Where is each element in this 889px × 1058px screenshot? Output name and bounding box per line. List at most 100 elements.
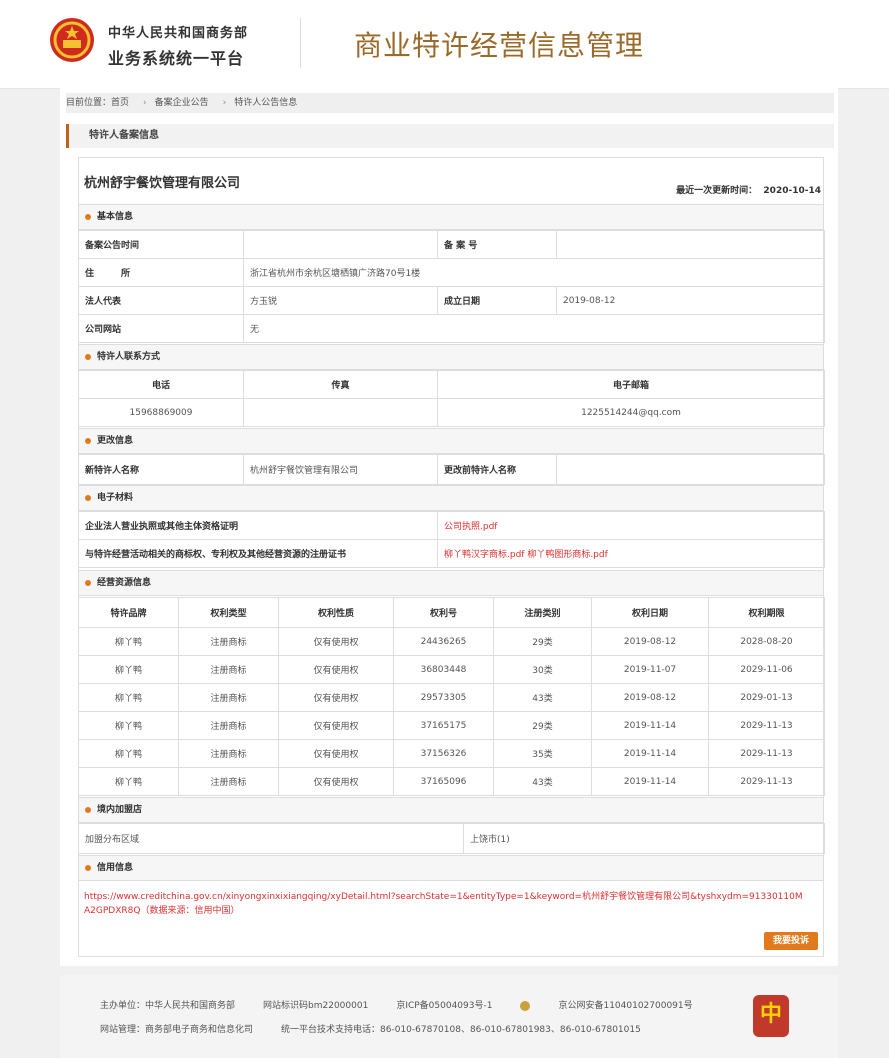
contact-table: 电话 传真 电子邮箱 15968869009 1225514244@qq.com xyxy=(78,370,825,427)
table-cell: 2029-01-13 xyxy=(708,683,825,712)
table-cell: 24436265 xyxy=(393,627,494,656)
website-label: 公司网站 xyxy=(78,314,244,343)
table-cell: 注册商标 xyxy=(178,767,279,796)
chevron-right-icon: › xyxy=(222,98,227,108)
police-badge-icon xyxy=(520,1000,531,1011)
ip-label: 与特许经营活动相关的商标权、专利权及其他经营资源的注册证书 xyxy=(78,539,438,568)
phone-label: 电话 xyxy=(78,370,244,399)
column-header: 权利期限 xyxy=(708,597,825,628)
table-row: 柳丫鸭 注册商标 仅有使用权 29573305 43类 2019-08-12 2… xyxy=(78,683,825,712)
phone-value: 15968869009 xyxy=(78,398,244,427)
table-cell: 仅有使用权 xyxy=(278,711,394,740)
table-cell: 注册商标 xyxy=(178,739,279,768)
footer-manager: 网站管理：商务部电子商务和信息化司 xyxy=(100,1025,254,1035)
table-cell: 2029-11-06 xyxy=(708,655,825,684)
table-cell: 29类 xyxy=(493,627,592,656)
table-cell: 柳丫鸭 xyxy=(78,683,179,712)
table-row: 柳丫鸭 注册商标 仅有使用权 24436265 29类 2019-08-12 2… xyxy=(78,627,825,656)
table-cell: 仅有使用权 xyxy=(278,739,394,768)
table-cell: 仅有使用权 xyxy=(278,627,394,656)
table-cell: 注册商标 xyxy=(178,655,279,684)
section-contact: 特许人联系方式 xyxy=(78,344,824,370)
ip-file-links[interactable]: 柳丫鸭汉字商标.pdf 柳丫鸭图形商标.pdf xyxy=(437,539,825,568)
table-cell: 注册商标 xyxy=(178,627,279,656)
section-heading: 特许人联系方式 xyxy=(97,352,161,362)
footer-police: 京公网安备11040102700091号 xyxy=(558,1001,693,1011)
website-value: 无 xyxy=(243,314,825,343)
site-header: 中华人民共和国商务部 业务系统统一平台 商业特许经营信息管理 xyxy=(0,0,889,89)
breadcrumb-current: 特许人公告信息 xyxy=(234,98,298,108)
section-change: 更改信息 xyxy=(78,428,824,454)
section-basic-info: 基本信息 xyxy=(78,204,824,230)
address-label: 住 所 xyxy=(78,258,244,287)
gov-site-logo-icon[interactable]: 中 xyxy=(753,995,789,1037)
credit-link[interactable]: https://www.creditchina.gov.cn/xinyongxi… xyxy=(84,890,804,918)
established-value: 2019-08-12 xyxy=(556,286,825,315)
report-button[interactable]: 我要投诉 xyxy=(764,932,818,950)
table-cell: 43类 xyxy=(493,767,592,796)
table-cell: 柳丫鸭 xyxy=(78,627,179,656)
national-emblem-icon xyxy=(50,18,94,62)
breadcrumb-prefix: 目前位置： xyxy=(66,98,112,108)
bullet-icon xyxy=(85,494,91,501)
column-header: 注册类别 xyxy=(493,597,592,628)
section-domestic-stores: 境内加盟店 xyxy=(78,797,824,823)
section-heading: 信用信息 xyxy=(97,863,134,873)
section-heading: 经营资源信息 xyxy=(97,578,152,588)
license-file-link[interactable]: 公司执照.pdf xyxy=(437,511,825,540)
table-row: 备案公告时间 备 案 号 xyxy=(78,230,825,259)
breadcrumb-home[interactable]: 首页 xyxy=(111,98,129,108)
table-cell: 2019-08-12 xyxy=(591,627,709,656)
table-row: 柳丫鸭 注册商标 仅有使用权 36803448 30类 2019-11-07 2… xyxy=(78,655,825,684)
table-cell: 35类 xyxy=(493,739,592,768)
basic-info-table: 备案公告时间 备 案 号 住 所 浙江省杭州市余杭区塘栖镇广济路70号1楼 法人… xyxy=(78,230,825,343)
bullet-icon xyxy=(85,806,91,813)
page-title: 商业特许经营信息管理 xyxy=(354,29,645,62)
table-row: 与特许经营活动相关的商标权、专利权及其他经营资源的注册证书 柳丫鸭汉字商标.pd… xyxy=(78,539,825,568)
region-value: 上饶市(1) xyxy=(463,823,825,854)
table-row: 15968869009 1225514244@qq.com xyxy=(78,398,825,427)
section-resources: 经营资源信息 xyxy=(78,570,824,596)
section-credit: 信用信息 xyxy=(78,855,824,881)
footer-row-1: 主办单位：中华人民共和国商务部 网站标识码bm22000001 京ICP备05004… xyxy=(100,998,721,1011)
column-header: 权利日期 xyxy=(591,597,709,628)
breadcrumb: 目前位置：首页 › 备案企业公告 › 特许人公告信息 xyxy=(66,93,834,113)
table-cell: 29类 xyxy=(493,711,592,740)
footer-icp[interactable]: 京ICP备05004093号-1 xyxy=(396,1001,492,1011)
filing-time-value xyxy=(243,230,438,259)
table-cell: 注册商标 xyxy=(178,711,279,740)
last-updated-label: 最近一次更新时间： xyxy=(676,186,758,196)
table-row: 加盟分布区域 上饶市(1) xyxy=(78,823,825,854)
breadcrumb-announcements[interactable]: 备案企业公告 xyxy=(155,98,209,108)
table-row: 公司网站 无 xyxy=(78,314,825,343)
table-cell: 仅有使用权 xyxy=(278,655,394,684)
table-cell: 2028-08-20 xyxy=(708,627,825,656)
footer-support: 统一平台技术支持电话：86-010-67870108、86-010-678019… xyxy=(281,1025,641,1035)
new-name-value: 杭州舒宇餐饮管理有限公司 xyxy=(243,454,438,485)
section-heading: 境内加盟店 xyxy=(97,805,143,815)
license-label: 企业法人营业执照或其他主体资格证明 xyxy=(78,511,438,540)
table-row: 企业法人营业执照或其他主体资格证明 公司执照.pdf xyxy=(78,511,825,540)
table-cell: 30类 xyxy=(493,655,592,684)
established-label: 成立日期 xyxy=(437,286,557,315)
footer-police-wrap[interactable]: 京公网安备11040102700091号 xyxy=(520,1000,720,1011)
fax-label: 传真 xyxy=(243,370,438,399)
region-label: 加盟分布区域 xyxy=(78,823,464,854)
old-name-value xyxy=(556,454,825,485)
section-title: 特许人备案信息 xyxy=(66,124,834,148)
bullet-icon xyxy=(85,864,91,871)
bullet-icon xyxy=(85,213,91,220)
table-cell: 2019-11-14 xyxy=(591,739,709,768)
table-cell: 37165175 xyxy=(393,711,494,740)
section-heading: 基本信息 xyxy=(97,212,134,222)
column-header: 权利性质 xyxy=(278,597,394,628)
table-cell: 柳丫鸭 xyxy=(78,767,179,796)
table-cell: 仅有使用权 xyxy=(278,683,394,712)
section-heading: 电子材料 xyxy=(97,493,134,503)
table-cell: 36803448 xyxy=(393,655,494,684)
platform-name: 业务系统统一平台 xyxy=(108,49,245,68)
legal-rep-value: 方玉锐 xyxy=(243,286,438,315)
email-value: 1225514244@qq.com xyxy=(437,398,825,427)
table-cell: 2029-11-13 xyxy=(708,767,825,796)
table-row: 柳丫鸭 注册商标 仅有使用权 37156326 35类 2019-11-14 2… xyxy=(78,739,825,768)
